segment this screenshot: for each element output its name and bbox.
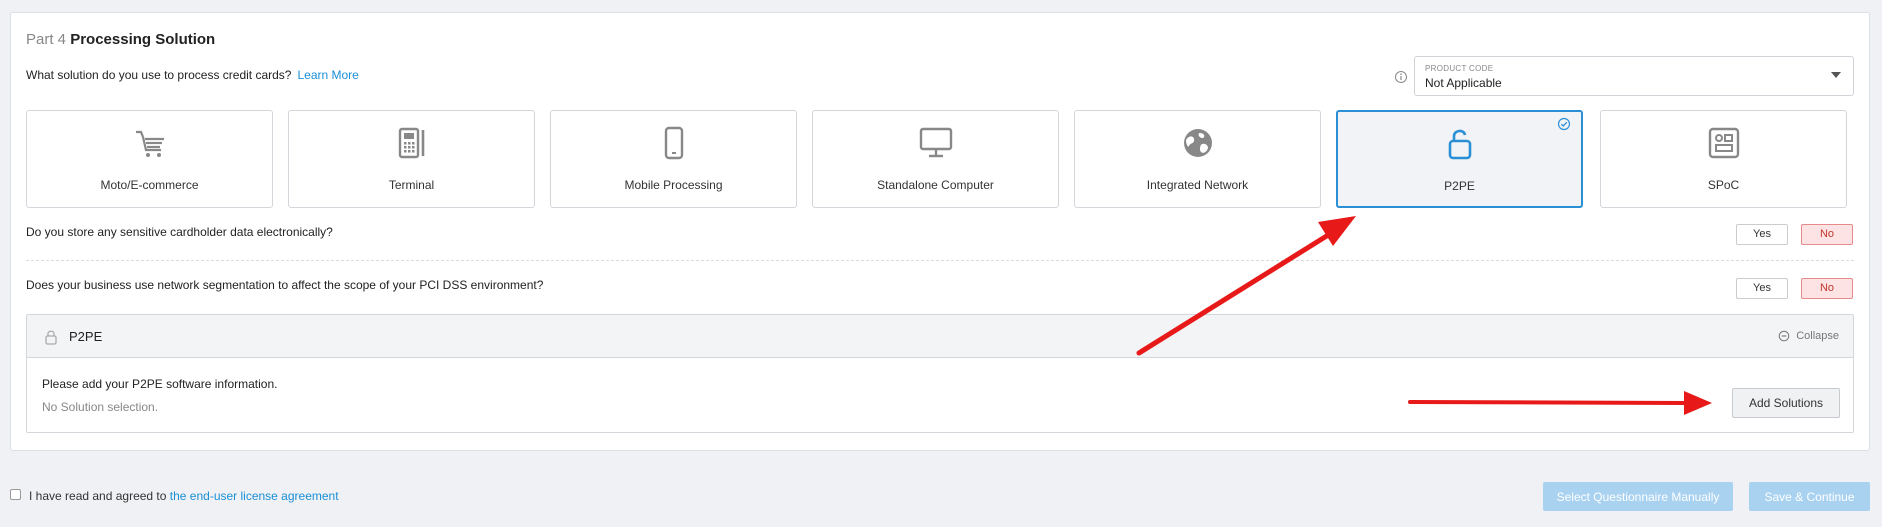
globe-icon [1183, 129, 1212, 157]
divider [26, 260, 1854, 261]
select-questionnaire-manually-button[interactable]: Select Questionnaire Manually [1543, 482, 1733, 511]
agree-prefix: I have read and agreed to [29, 489, 167, 503]
store-data-yes-button[interactable]: Yes [1736, 224, 1788, 245]
processing-solution-panel: Part 4 Processing Solution What solution… [10, 12, 1870, 451]
minus-circle-icon [1778, 330, 1790, 342]
learn-more-link[interactable]: Learn More [297, 68, 358, 82]
segmentation-yes-button[interactable]: Yes [1736, 278, 1788, 299]
section-title: Part 4 Processing Solution [26, 31, 215, 48]
monitor-icon [919, 127, 952, 158]
segmentation-question: Does your business use network segmentat… [26, 278, 544, 292]
card-standalone-computer[interactable]: Standalone Computer [812, 110, 1059, 208]
card-integrated-network[interactable]: Integrated Network [1074, 110, 1321, 208]
p2pe-section: P2PE Collapse Please add your P2PE softw… [26, 314, 1854, 433]
segmentation-no-button[interactable]: No [1801, 278, 1853, 299]
agree-checkbox[interactable] [10, 489, 21, 500]
card-moto-ecommerce[interactable]: Moto/E-commerce [26, 110, 273, 208]
card-p2pe[interactable]: P2PE [1336, 110, 1583, 208]
spoc-device-icon [1708, 127, 1739, 159]
add-solutions-button[interactable]: Add Solutions [1732, 388, 1840, 418]
card-label: Integrated Network [1146, 178, 1249, 192]
section-heading: Processing Solution [70, 31, 216, 48]
shopping-cart-icon [135, 130, 164, 157]
card-label: Standalone Computer [877, 178, 994, 192]
collapse-label: Collapse [1796, 330, 1839, 342]
license-agreement-link[interactable]: the end-user license agreement [170, 489, 339, 503]
card-spoc[interactable]: SPoC [1600, 110, 1847, 208]
card-mobile-processing[interactable]: Mobile Processing [550, 110, 797, 208]
terminal-icon [398, 127, 424, 159]
info-icon[interactable] [1392, 68, 1410, 86]
store-data-no-button[interactable]: No [1801, 224, 1853, 245]
p2pe-empty-state: No Solution selection. [42, 400, 159, 414]
p2pe-section-header: P2PE Collapse [27, 315, 1853, 358]
card-label: Moto/E-commerce [100, 178, 199, 192]
p2pe-section-title: P2PE [69, 329, 103, 344]
card-label: Terminal [388, 178, 435, 192]
card-label: Mobile Processing [624, 178, 723, 192]
store-data-question: Do you store any sensitive cardholder da… [26, 225, 333, 239]
card-label: SPoC [1707, 178, 1740, 192]
solution-question-text: What solution do you use to process cred… [26, 68, 292, 82]
product-code-select[interactable]: PRODUCT CODE Not Applicable [1414, 56, 1854, 96]
check-circle-icon [1557, 117, 1571, 131]
solution-question: What solution do you use to process cred… [26, 68, 359, 82]
mobile-phone-icon [664, 126, 683, 160]
chevron-down-icon [1831, 72, 1841, 78]
save-continue-button[interactable]: Save & Continue [1749, 482, 1870, 511]
p2pe-instruction: Please add your P2PE software informatio… [42, 377, 278, 391]
agree-text: I have read and agreed to the end-user l… [29, 489, 339, 503]
product-code-value: Not Applicable [1425, 76, 1502, 90]
product-code-label: PRODUCT CODE [1425, 64, 1494, 73]
card-label: P2PE [1444, 179, 1475, 193]
card-terminal[interactable]: Terminal [288, 110, 535, 208]
unlock-icon [1448, 129, 1471, 160]
collapse-toggle[interactable]: Collapse [1778, 330, 1839, 342]
part-label: Part 4 [26, 31, 67, 48]
lock-icon [45, 330, 57, 345]
